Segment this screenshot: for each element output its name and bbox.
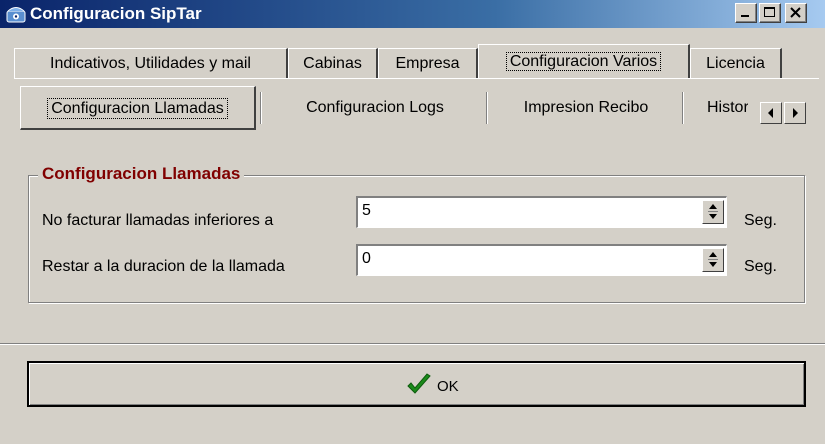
tab-indicativos[interactable]: Indicativos, Utilidades y mail [14,48,288,78]
tab-label: Cabinas [303,55,362,72]
tab-empresa[interactable]: Empresa [378,48,478,78]
minimize-button[interactable] [735,3,757,23]
tab-cabinas[interactable]: Cabinas [288,48,378,78]
groupbox-title: Configuracion Llamadas [38,164,245,184]
subtab-configuracion-logs[interactable]: Configuracion Logs [268,86,482,130]
spinner-icon [708,252,718,267]
title-bar[interactable]: Configuracion SipTar [0,0,825,28]
tab-panel-border [14,78,819,79]
min-call-spinner[interactable] [702,200,724,224]
subtab-label: Configuracion Llamadas [47,98,228,119]
checkmark-icon [407,373,431,394]
subtab-label: Impresion Recibo [523,99,649,116]
subtab-label: Histori [707,99,748,116]
subtab-configuracion-llamadas[interactable]: Configuracion Llamadas [20,86,256,130]
subtab-impresion-recibo[interactable]: Impresion Recibo [494,86,678,130]
tab-label: Configuracion Varios [505,52,662,71]
subtab-historial[interactable]: Histori [688,86,748,130]
maximize-button[interactable] [759,3,781,23]
min-call-value: 5 [362,202,371,219]
ok-button-label: OK [437,378,459,395]
close-button[interactable] [785,3,807,23]
subtract-duration-input[interactable]: 0 [356,244,727,276]
subtract-duration-spinner[interactable] [702,248,724,272]
tab-separator [260,92,262,124]
min-call-input[interactable]: 5 [356,196,727,228]
tab-separator [486,92,488,124]
llamadas-groupbox [28,175,805,303]
min-call-label: No facturar llamadas inferiores a [42,212,274,229]
tab-licencia[interactable]: Licencia [690,48,782,78]
tab-label: Empresa [395,55,460,72]
subtract-duration-label: Restar a la duracion de la llamada [42,258,285,275]
min-call-unit: Seg. [744,212,777,229]
divider [0,344,825,345]
subtab-label: Configuracion Logs [306,99,444,116]
arrow-left-icon [768,108,773,118]
tab-label: Licencia [706,55,765,72]
minimize-icon [741,15,749,17]
close-icon [790,7,801,18]
tab-configuracion-varios[interactable]: Configuracion Varios [478,44,690,78]
tab-scroll-right-button[interactable] [784,102,806,124]
subtract-duration-value: 0 [362,250,371,267]
maximize-icon [764,7,775,17]
tab-scroll-left-button[interactable] [760,102,782,124]
arrow-right-icon [793,108,798,118]
subtract-duration-unit: Seg. [744,258,777,275]
telephone-icon [6,5,26,23]
window-title: Configuracion SipTar [30,4,202,23]
configuration-window: Configuracion SipTar Indicativos, Utilid… [0,0,825,444]
spinner-icon [708,204,718,219]
tab-separator [682,92,684,124]
tab-label: Indicativos, Utilidades y mail [50,55,251,72]
ok-button[interactable]: OK [27,361,806,407]
